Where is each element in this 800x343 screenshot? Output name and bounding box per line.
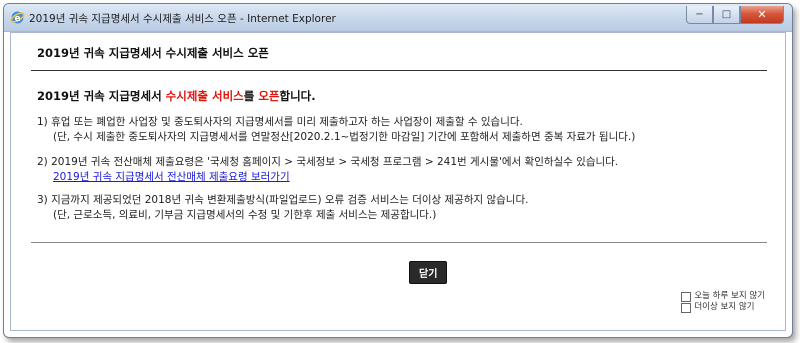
header-divider: [31, 70, 767, 71]
heading-text-suffix: 합니다.: [279, 89, 316, 103]
option-hide-today[interactable]: 오늘 하루 보지 않기: [681, 291, 765, 302]
heading-highlight-service: 수시제출 서비스: [165, 89, 244, 103]
hide-forever-label: 더이상 보지 않기: [694, 302, 755, 312]
title-bar[interactable]: e 2019년 귀속 지급명세서 수시제출 서비스 오픈 - Internet …: [4, 4, 792, 32]
hide-forever-checkbox[interactable]: [681, 302, 692, 313]
close-button[interactable]: 닫기: [409, 261, 448, 284]
notice-item-2-text: 2) 2019년 귀속 전산매체 제출요령은 '국세청 홈페이지 > 국세정보 …: [37, 156, 619, 168]
notice-item-1: 1) 휴업 또는 폐업한 사업장 및 중도퇴사자의 지급명세서를 미리 제출하고…: [37, 115, 635, 145]
heading-text-middle: 를: [243, 89, 259, 103]
notice-item-2: 2) 2019년 귀속 전산매체 제출요령은 '국세청 홈페이지 > 국세정보 …: [37, 155, 618, 185]
footer-divider: [31, 242, 767, 243]
notice-item-1-subtext: (단, 수시 제출한 중도퇴사자의 지급명세서를 연말정산[2020.2.1~법…: [53, 131, 636, 143]
notice-header: 2019년 귀속 지급명세서 수시제출 서비스 오픈: [37, 46, 269, 60]
notice-content: 2019년 귀속 지급명세서 수시제출 서비스 오픈 2019년 귀속 지급명세…: [31, 33, 767, 330]
notice-item-3-subtext: (단, 근로소득, 의료비, 기부금 지급명세서의 수정 및 기한후 제출 서비…: [53, 209, 437, 221]
close-window-button[interactable]: ✕: [740, 6, 784, 24]
option-hide-forever[interactable]: 더이상 보지 않기: [681, 302, 765, 313]
notice-heading: 2019년 귀속 지급명세서 수시제출 서비스를 오픈합니다.: [37, 88, 316, 104]
popup-content-frame: 2019년 귀속 지급명세서 수시제출 서비스 오픈 2019년 귀속 지급명세…: [10, 32, 786, 331]
window-title: 2019년 귀속 지급명세서 수시제출 서비스 오픈 - Internet Ex…: [29, 13, 336, 25]
maximize-button[interactable]: □: [713, 6, 740, 24]
browser-window: e 2019년 귀속 지급명세서 수시제출 서비스 오픈 - Internet …: [3, 3, 793, 338]
submission-guide-link[interactable]: 2019년 귀속 지급명세서 전산매체 제출요령 보러가기: [37, 170, 290, 185]
popup-options: 오늘 하루 보지 않기 더이상 보지 않기: [681, 291, 765, 313]
hide-today-checkbox[interactable]: [681, 291, 692, 302]
internet-explorer-icon: e: [10, 10, 25, 25]
window-controls: − □ ✕: [686, 6, 784, 24]
heading-highlight-open: 오픈: [258, 89, 280, 103]
notice-item-1-text: 1) 휴업 또는 폐업한 사업장 및 중도퇴사자의 지급명세서를 미리 제출하고…: [37, 116, 523, 128]
heading-text-prefix: 2019년 귀속 지급명세서: [37, 89, 166, 103]
notice-item-3: 3) 지금까지 제공되었던 2018년 귀속 변환제출방식(파일업로드) 오류 …: [37, 193, 528, 223]
minimize-button[interactable]: −: [686, 6, 713, 24]
notice-item-3-text: 3) 지금까지 제공되었던 2018년 귀속 변환제출방식(파일업로드) 오류 …: [37, 194, 529, 206]
hide-today-label: 오늘 하루 보지 않기: [694, 291, 765, 301]
svg-text:e: e: [14, 14, 20, 24]
